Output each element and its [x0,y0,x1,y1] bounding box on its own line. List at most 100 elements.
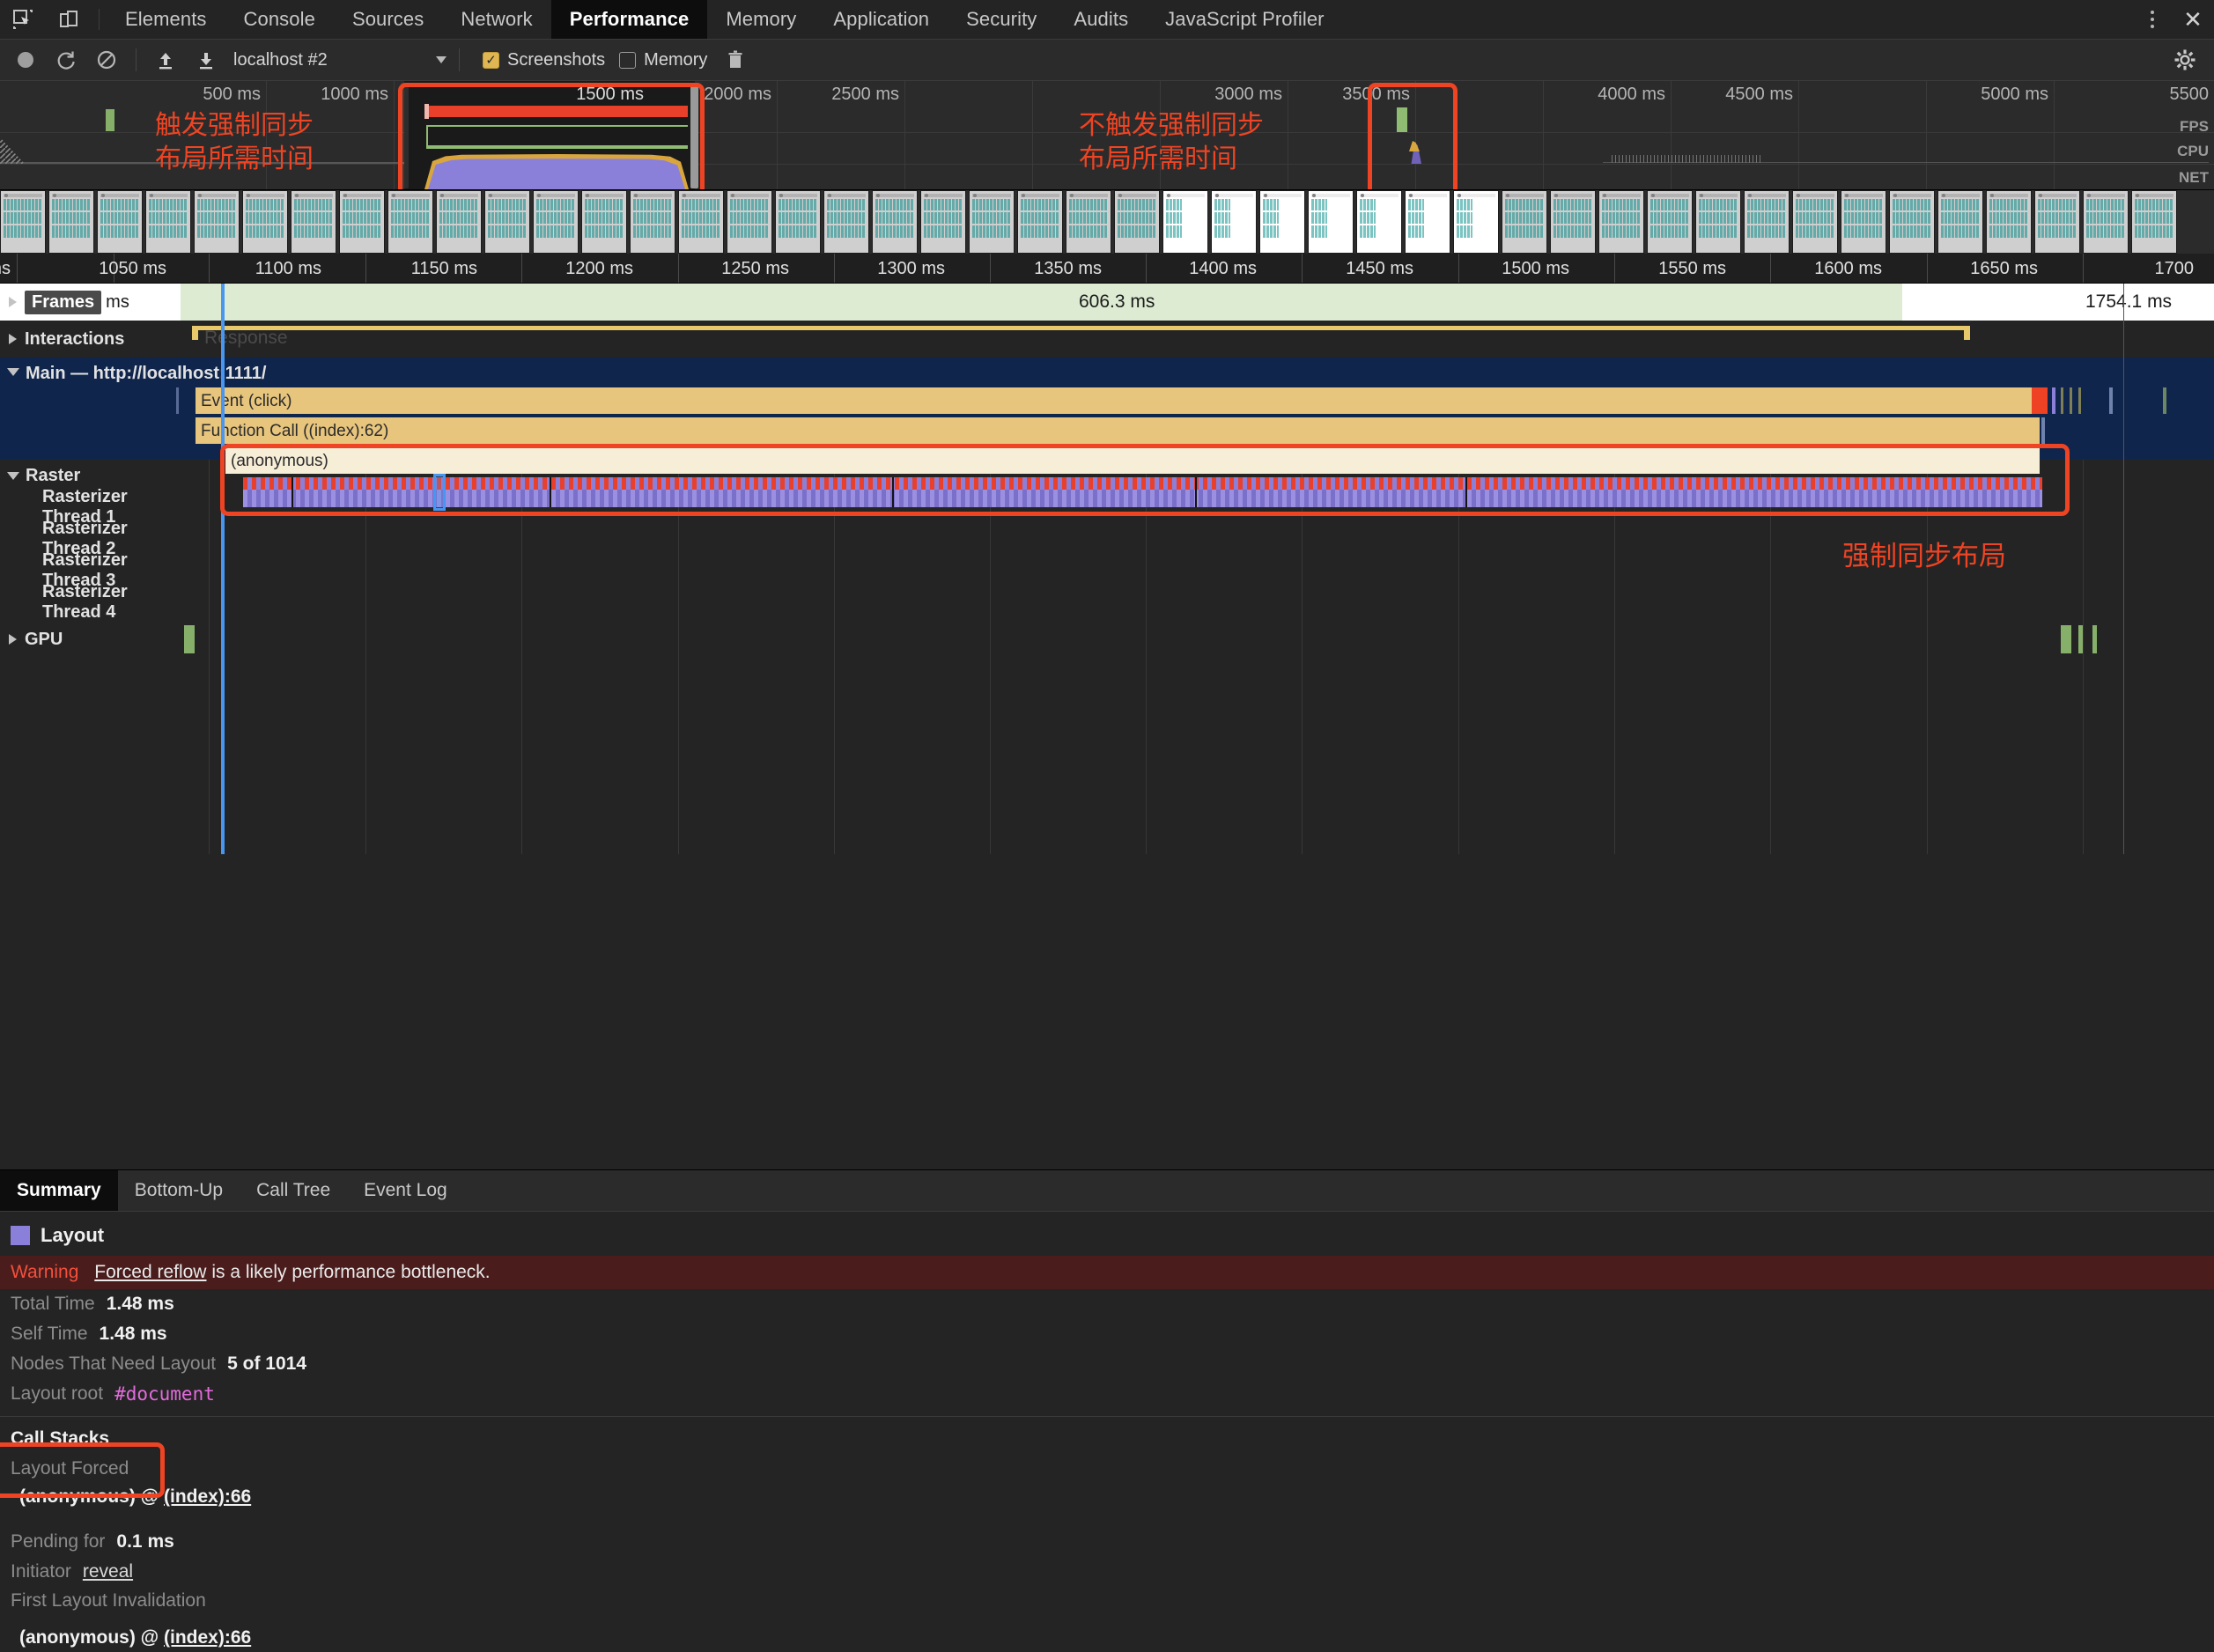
filmstrip-thumbnail[interactable] [1066,190,1111,254]
kebab-menu-icon[interactable] [2133,11,2172,28]
tab-summary[interactable]: Summary [0,1170,118,1211]
filmstrip-thumbnail[interactable] [533,190,579,254]
filmstrip-thumbnail[interactable] [727,190,772,254]
load-profile-icon[interactable] [150,44,181,76]
filmstrip-thumbnail[interactable] [1598,190,1644,254]
filmstrip-thumbnail[interactable] [1986,190,2032,254]
inspect-element-icon[interactable] [0,0,46,39]
tab-elements[interactable]: Elements [107,0,225,39]
filmstrip-thumbnail[interactable] [97,190,143,254]
filmstrip-thumbnail[interactable] [1356,190,1402,254]
row-value[interactable]: #document [114,1383,215,1405]
filmstrip-thumbnail[interactable] [1502,190,1547,254]
filmstrip-thumbnail[interactable] [1550,190,1596,254]
filmstrip-thumbnail[interactable] [1211,190,1257,254]
call-frame-location-link[interactable]: (index):66 [164,1627,251,1648]
clear-icon[interactable] [91,44,122,76]
chevron-right-icon[interactable] [9,334,17,344]
reload-record-icon[interactable] [50,44,82,76]
filmstrip-thumbnail[interactable] [872,190,918,254]
filmstrip-thumbnail[interactable] [339,190,385,254]
filmstrip-thumbnail[interactable] [2034,190,2080,254]
tab-javascript-profiler[interactable]: JavaScript Profiler [1147,0,1342,39]
tab-performance[interactable]: Performance [551,0,708,39]
filmstrip-thumbnail[interactable] [630,190,675,254]
session-select[interactable]: localhost #2 [230,44,450,76]
trash-icon[interactable] [720,44,751,76]
filmstrip-thumbnail[interactable] [1937,190,1983,254]
filmstrip-thumbnail[interactable] [1647,190,1693,254]
frames-track-header[interactable]: Frames ms [0,284,188,321]
filmstrip-thumbnail[interactable] [581,190,627,254]
filmstrip-thumbnail[interactable] [1162,190,1208,254]
gpu-track[interactable]: GPU [0,623,2214,655]
filmstrip-thumbnail[interactable] [823,190,869,254]
rasterizer-thread-4-header[interactable]: Rasterizer Thread 4 [0,586,188,618]
tab-call-tree[interactable]: Call Tree [240,1170,347,1211]
chevron-right-icon[interactable] [9,297,17,307]
filmstrip-thumbnail[interactable] [1114,190,1160,254]
timeline-overview[interactable]: 500 ms 1000 ms 1500 ms 2000 ms 2500 ms 3… [0,81,2214,190]
initiator-link[interactable]: reveal [83,1561,133,1582]
filmstrip-thumbnail[interactable] [969,190,1015,254]
filmstrip-thumbnail[interactable] [1889,190,1935,254]
filmstrip-thumbnail[interactable] [1792,190,1838,254]
tab-security[interactable]: Security [948,0,1055,39]
raster-track[interactable]: Raster [0,460,2214,491]
filmstrip-thumbnail[interactable] [1017,190,1063,254]
chevron-right-icon[interactable] [9,634,17,645]
filmstrip[interactable] [0,190,2214,254]
save-profile-icon[interactable] [190,44,222,76]
filmstrip-thumbnail[interactable] [0,190,46,254]
record-circle-icon[interactable] [10,44,41,76]
filmstrip-thumbnail[interactable] [775,190,821,254]
filmstrip-thumbnail[interactable] [1841,190,1886,254]
tab-network[interactable]: Network [442,0,550,39]
overview-selection-handle-right[interactable] [690,83,698,188]
call-frame-location-link[interactable]: (index):66 [164,1486,251,1507]
rasterizer-thread-4[interactable]: Rasterizer Thread 4 [0,586,2214,618]
interactions-track[interactable]: Interactions Response [0,321,2214,358]
filmstrip-thumbnail[interactable] [1453,190,1499,254]
timeline-tracks[interactable]: Frames ms 606.3 ms 1754.1 ms Interaction… [0,284,2214,854]
tab-console[interactable]: Console [225,0,334,39]
close-icon[interactable]: ✕ [2172,6,2214,33]
filmstrip-thumbnail[interactable] [2083,190,2129,254]
filmstrip-thumbnail[interactable] [48,190,94,254]
tab-bottom-up[interactable]: Bottom-Up [118,1170,240,1211]
filmstrip-thumbnail[interactable] [291,190,336,254]
filmstrip-thumbnail[interactable] [194,190,240,254]
tab-application[interactable]: Application [815,0,948,39]
playhead[interactable] [221,284,225,854]
filmstrip-thumbnail[interactable] [1405,190,1450,254]
tab-audits[interactable]: Audits [1055,0,1147,39]
interactions-track-header[interactable]: Interactions [0,321,188,358]
device-toolbar-icon[interactable] [46,0,92,39]
memory-checkbox[interactable]: Memory [619,50,707,70]
tab-sources[interactable]: Sources [334,0,442,39]
overview-selection-handle-left[interactable] [401,83,409,188]
flame-event-click[interactable]: Event (click) [196,387,2041,414]
gpu-track-header[interactable]: GPU [0,623,188,655]
rasterizer-thread-1[interactable]: Rasterizer Thread 1 [0,491,2214,523]
tab-event-log[interactable]: Event Log [347,1170,464,1211]
filmstrip-thumbnail[interactable] [387,190,433,254]
forced-reflow-link[interactable]: Forced reflow [94,1262,206,1282]
filmstrip-thumbnail[interactable] [242,190,288,254]
filmstrip-thumbnail[interactable] [1308,190,1354,254]
frames-track[interactable]: Frames ms 606.3 ms 1754.1 ms [0,284,2214,321]
filmstrip-thumbnail[interactable] [145,190,191,254]
filmstrip-thumbnail[interactable] [678,190,724,254]
filmstrip-thumbnail[interactable] [436,190,482,254]
selected-event-highlight[interactable] [433,474,446,511]
filmstrip-thumbnail[interactable] [2131,190,2177,254]
chevron-down-icon[interactable] [7,472,19,480]
chevron-down-icon[interactable] [7,368,19,376]
filmstrip-thumbnail[interactable] [1744,190,1790,254]
tab-memory[interactable]: Memory [707,0,815,39]
flame-function-call[interactable]: Function Call ((index):62) [196,417,2040,444]
filmstrip-thumbnail[interactable] [1259,190,1305,254]
filmstrip-thumbnail[interactable] [1695,190,1741,254]
main-track-header[interactable]: Main — http://localhost:1111/ [0,358,188,460]
filmstrip-thumbnail[interactable] [484,190,530,254]
